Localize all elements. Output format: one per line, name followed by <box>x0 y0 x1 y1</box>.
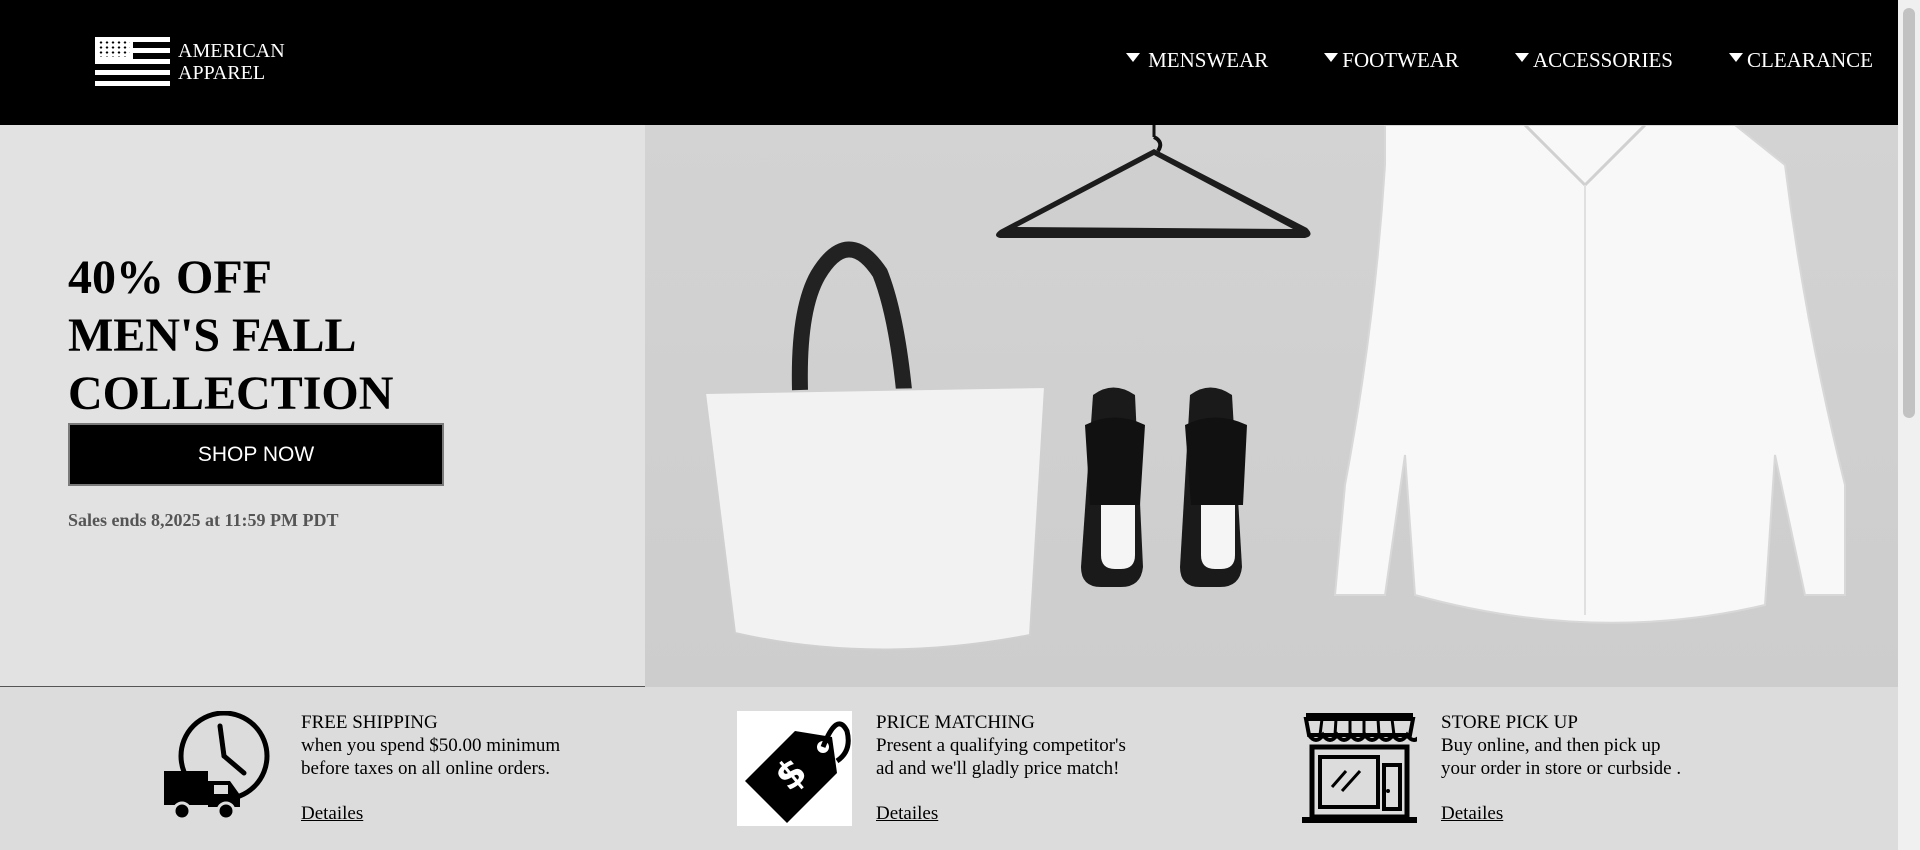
nav-clearance[interactable]: CLEARANCE <box>1729 48 1873 73</box>
brand-line-2: APPAREL <box>178 62 266 84</box>
shirt-icon <box>1333 125 1846 624</box>
feature-title: FREE SHIPPING <box>301 712 438 733</box>
hero-banner: 40% OFF MEN'S FALL COLLECTION SHOP NOW S… <box>0 125 1898 687</box>
storefront-icon <box>1302 713 1417 823</box>
hanger-icon <box>996 125 1311 238</box>
nav-menswear[interactable]: MENSWEAR <box>1126 48 1268 73</box>
feature-desc-line: ad and we'll gladly price match! <box>876 758 1120 779</box>
details-link[interactable]: Detailes <box>301 802 560 825</box>
feature-title: PRICE MATCHING <box>876 712 1035 733</box>
price-tag-icon: $ <box>737 711 852 826</box>
feature-desc-line: Present a qualifying competitor's <box>876 735 1126 756</box>
feature-desc-line: your order in store or curbside . <box>1441 758 1682 779</box>
nav-footwear[interactable]: FOOTWEAR <box>1324 48 1459 73</box>
headline-line-3: COLLECTION <box>68 367 394 420</box>
headline-line-1: 40% OFF <box>68 251 272 304</box>
details-link[interactable]: Detailes <box>1441 802 1681 825</box>
feature-text: FREE SHIPPING when you spend $50.00 mini… <box>301 711 560 825</box>
caret-down-icon <box>1126 53 1141 62</box>
hero-product-photo <box>645 125 1898 687</box>
site-header: AMERICAN APPAREL MENSWEAR FOOTWEAR ACCES… <box>0 0 1898 125</box>
feature-desc-line: before taxes on all online orders. <box>301 758 551 779</box>
page-scrollbar[interactable] <box>1898 0 1920 850</box>
feature-desc-line: Buy online, and then pick up <box>1441 735 1661 756</box>
nav-accessories[interactable]: ACCESSORIES <box>1514 48 1673 73</box>
nav-label: CLEARANCE <box>1747 48 1873 72</box>
feature-text: STORE PICK UP Buy online, and then pick … <box>1441 711 1681 825</box>
american-flag-icon <box>95 37 170 87</box>
brand-name: AMERICAN APPAREL <box>178 40 285 84</box>
scrollbar-thumb[interactable] <box>1903 8 1915 418</box>
nav-label: MENSWEAR <box>1148 48 1269 72</box>
sandals-icon <box>1081 387 1247 587</box>
product-flatlay-illustration <box>703 125 1846 651</box>
hero-headline: 40% OFF MEN'S FALL COLLECTION <box>68 249 393 423</box>
caret-down-icon <box>1324 53 1339 62</box>
nav-label: FOOTWEAR <box>1342 48 1459 72</box>
caret-down-icon <box>1514 53 1529 62</box>
caret-down-icon <box>1729 53 1743 62</box>
details-link[interactable]: Detailes <box>876 802 1126 825</box>
features-strip: FREE SHIPPING when you spend $50.00 mini… <box>0 688 1898 850</box>
feature-desc-line: when you spend $50.00 minimum <box>301 735 561 756</box>
nav-label: ACCESSORIES <box>1532 48 1673 72</box>
main-nav: MENSWEAR FOOTWEAR ACCESSORIES CLEARANCE <box>1126 48 1873 73</box>
brand-logo[interactable]: AMERICAN APPAREL <box>95 37 285 87</box>
feature-text: PRICE MATCHING Present a qualifying comp… <box>876 711 1126 825</box>
sale-end-note: Sales ends 8,2025 at 11:59 PM PDT <box>68 510 339 530</box>
headline-line-2: MEN'S FALL <box>68 309 357 362</box>
brand-line-1: AMERICAN <box>178 40 285 62</box>
shop-now-button[interactable]: SHOP NOW <box>68 423 444 486</box>
delivery-truck-clock-icon <box>164 711 270 821</box>
feature-title: STORE PICK UP <box>1441 712 1578 733</box>
tote-bag-icon <box>703 241 1047 651</box>
